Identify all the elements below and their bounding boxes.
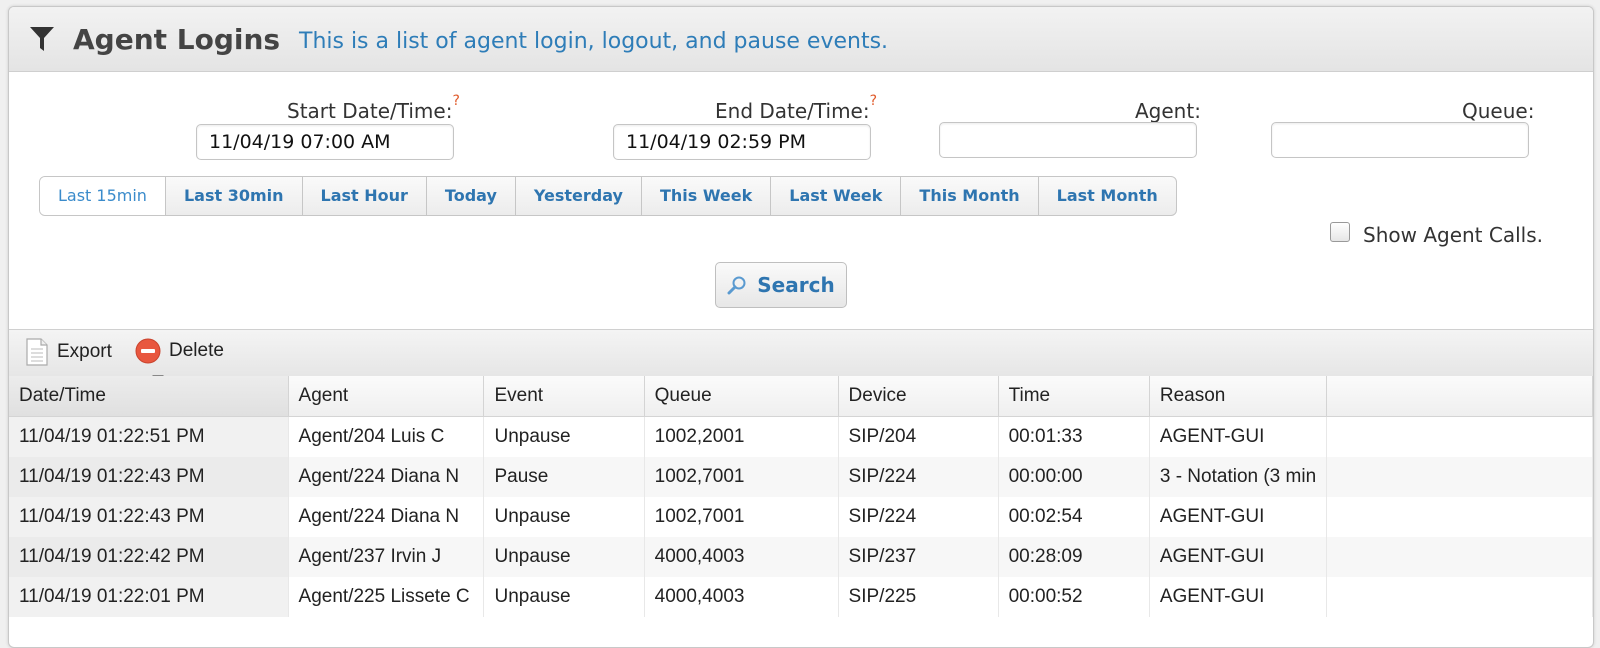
page-title: Agent Logins bbox=[73, 23, 281, 56]
document-icon bbox=[26, 338, 48, 366]
column-header-event[interactable]: Event bbox=[483, 376, 645, 417]
table-cell: 11/04/19 01:22:51 PM bbox=[9, 416, 289, 457]
range-button-last-week[interactable]: Last Week bbox=[771, 177, 902, 215]
column-header-filler bbox=[1326, 376, 1593, 417]
table-cell: AGENT-GUI bbox=[1149, 537, 1328, 577]
table-cell: SIP/224 bbox=[838, 457, 999, 497]
agent-logins-panel: Agent Logins This is a list of agent log… bbox=[8, 6, 1594, 648]
range-button-this-week[interactable]: This Week bbox=[642, 177, 772, 215]
table-cell: 11/04/19 01:22:43 PM bbox=[9, 497, 289, 537]
range-button-this-month[interactable]: This Month bbox=[901, 177, 1039, 215]
table-cell: Unpause bbox=[483, 497, 645, 537]
table-cell: Agent/224 Diana N bbox=[288, 497, 485, 537]
table-cell: SIP/204 bbox=[838, 416, 999, 457]
table-cell: 3 - Notation (3 min bbox=[1149, 457, 1328, 497]
table-cell: AGENT-GUI bbox=[1149, 497, 1328, 537]
column-header-queue[interactable]: Queue bbox=[644, 376, 839, 417]
search-icon bbox=[727, 276, 746, 295]
search-button-label: Search bbox=[757, 273, 835, 297]
table-cell: Agent/224 Diana N bbox=[288, 457, 485, 497]
table-cell: Agent/237 Irvin J bbox=[288, 537, 485, 577]
range-button-last-hour[interactable]: Last Hour bbox=[303, 177, 427, 215]
table-cell: 00:02:54 bbox=[998, 497, 1150, 537]
table-cell: 4000,4003 bbox=[644, 537, 839, 577]
table-cell: SIP/237 bbox=[838, 537, 999, 577]
events-table: Date/Time Agent Event Queue Device Time Reason… bbox=[9, 376, 1593, 617]
table-cell: 00:01:33 bbox=[998, 416, 1150, 457]
table-cell: AGENT-GUI bbox=[1149, 416, 1328, 457]
search-button[interactable]: Search bbox=[715, 262, 847, 308]
table-cell-filler bbox=[1326, 416, 1593, 457]
range-button-last-15min[interactable]: Last 15min bbox=[40, 177, 166, 215]
column-header-device[interactable]: Device bbox=[838, 376, 999, 417]
filter-form: Start Date/Time:? End Date/Time:? Agent:… bbox=[9, 72, 1593, 342]
start-required-mark: ? bbox=[452, 93, 460, 109]
table-header-row: Date/Time Agent Event Queue Device Time Reason bbox=[9, 376, 1593, 417]
table-cell: Unpause bbox=[483, 577, 645, 617]
table-cell: 11/04/19 01:22:42 PM bbox=[9, 537, 289, 577]
start-datetime-label: Start Date/Time:? bbox=[287, 93, 460, 123]
end-datetime-input[interactable] bbox=[613, 124, 871, 160]
page-subtitle: This is a list of agent login, logout, a… bbox=[299, 29, 889, 54]
start-datetime-input[interactable] bbox=[196, 124, 454, 160]
queue-input[interactable] bbox=[1271, 122, 1529, 158]
table-cell: 1002,7001 bbox=[644, 497, 839, 537]
table-cell: AGENT-GUI bbox=[1149, 577, 1328, 617]
table-cell: 1002,7001 bbox=[644, 457, 839, 497]
table-cell-filler bbox=[1326, 497, 1593, 537]
export-button[interactable]: Export bbox=[25, 338, 112, 366]
column-header-reason[interactable]: Reason bbox=[1149, 376, 1328, 417]
table-row[interactable]: 11/04/19 01:22:42 PM Agent/237 Irvin J Unp… bbox=[9, 537, 1593, 577]
table-cell: 1002,2001 bbox=[644, 416, 839, 457]
table-cell-filler bbox=[1326, 457, 1593, 497]
table-row[interactable]: 11/04/19 01:22:51 PM Agent/204 Luis C Unpa… bbox=[9, 416, 1593, 457]
table-cell: Pause bbox=[483, 457, 645, 497]
date-range-buttons: Last 15min Last 30min Last Hour Today Yester… bbox=[39, 176, 1177, 216]
grid-toolbar: Export Delete bbox=[9, 329, 1593, 377]
delete-icon bbox=[135, 338, 161, 364]
column-header-date-time[interactable]: Date/Time bbox=[9, 376, 289, 417]
filter-icon[interactable] bbox=[29, 25, 55, 53]
queue-label: Queue: bbox=[1462, 99, 1535, 123]
table-cell: Agent/204 Luis C bbox=[288, 416, 485, 457]
title-bar: Agent Logins This is a list of agent log… bbox=[9, 7, 1593, 72]
end-required-mark: ? bbox=[869, 93, 878, 109]
table-cell-filler bbox=[1326, 577, 1593, 617]
table-row[interactable]: 11/04/19 01:22:43 PM Agent/224 Diana N Unp… bbox=[9, 497, 1593, 537]
range-button-today[interactable]: Today bbox=[427, 177, 516, 215]
table-row[interactable]: 11/04/19 01:22:43 PM Agent/224 Diana N Pau… bbox=[9, 457, 1593, 497]
table-cell: 00:28:09 bbox=[998, 537, 1150, 577]
range-button-last-month[interactable]: Last Month bbox=[1039, 177, 1176, 215]
end-datetime-label: End Date/Time:? bbox=[715, 93, 878, 123]
table-cell: Agent/225 Lissete C bbox=[288, 577, 485, 617]
show-agent-calls-label: Show Agent Calls. bbox=[1363, 223, 1543, 247]
table-cell: Unpause bbox=[483, 416, 645, 457]
export-label: Export bbox=[57, 341, 112, 362]
table-cell: Unpause bbox=[483, 537, 645, 577]
table-body: 11/04/19 01:22:51 PM Agent/204 Luis C Unpa… bbox=[9, 416, 1593, 617]
table-cell: 11/04/19 01:22:01 PM bbox=[9, 577, 289, 617]
agent-input[interactable] bbox=[939, 122, 1197, 158]
delete-label: Delete bbox=[169, 340, 224, 361]
range-button-last-30min[interactable]: Last 30min bbox=[166, 177, 303, 215]
table-cell: 11/04/19 01:22:43 PM bbox=[9, 457, 289, 497]
table-cell-filler bbox=[1326, 537, 1593, 577]
column-header-agent[interactable]: Agent bbox=[288, 376, 485, 417]
table-cell: SIP/225 bbox=[838, 577, 999, 617]
delete-button[interactable]: Delete bbox=[135, 338, 224, 364]
range-button-yesterday[interactable]: Yesterday bbox=[516, 177, 642, 215]
agent-label: Agent: bbox=[1135, 99, 1201, 123]
table-cell: 00:00:52 bbox=[998, 577, 1150, 617]
table-row[interactable]: 11/04/19 01:22:01 PM Agent/225 Lissete CU… bbox=[9, 577, 1593, 617]
table-cell: SIP/224 bbox=[838, 497, 999, 537]
show-agent-calls-checkbox[interactable] bbox=[1330, 222, 1350, 242]
table-cell: 4000,4003 bbox=[644, 577, 839, 617]
table-cell: 00:00:00 bbox=[998, 457, 1150, 497]
column-header-time[interactable]: Time bbox=[998, 376, 1150, 417]
